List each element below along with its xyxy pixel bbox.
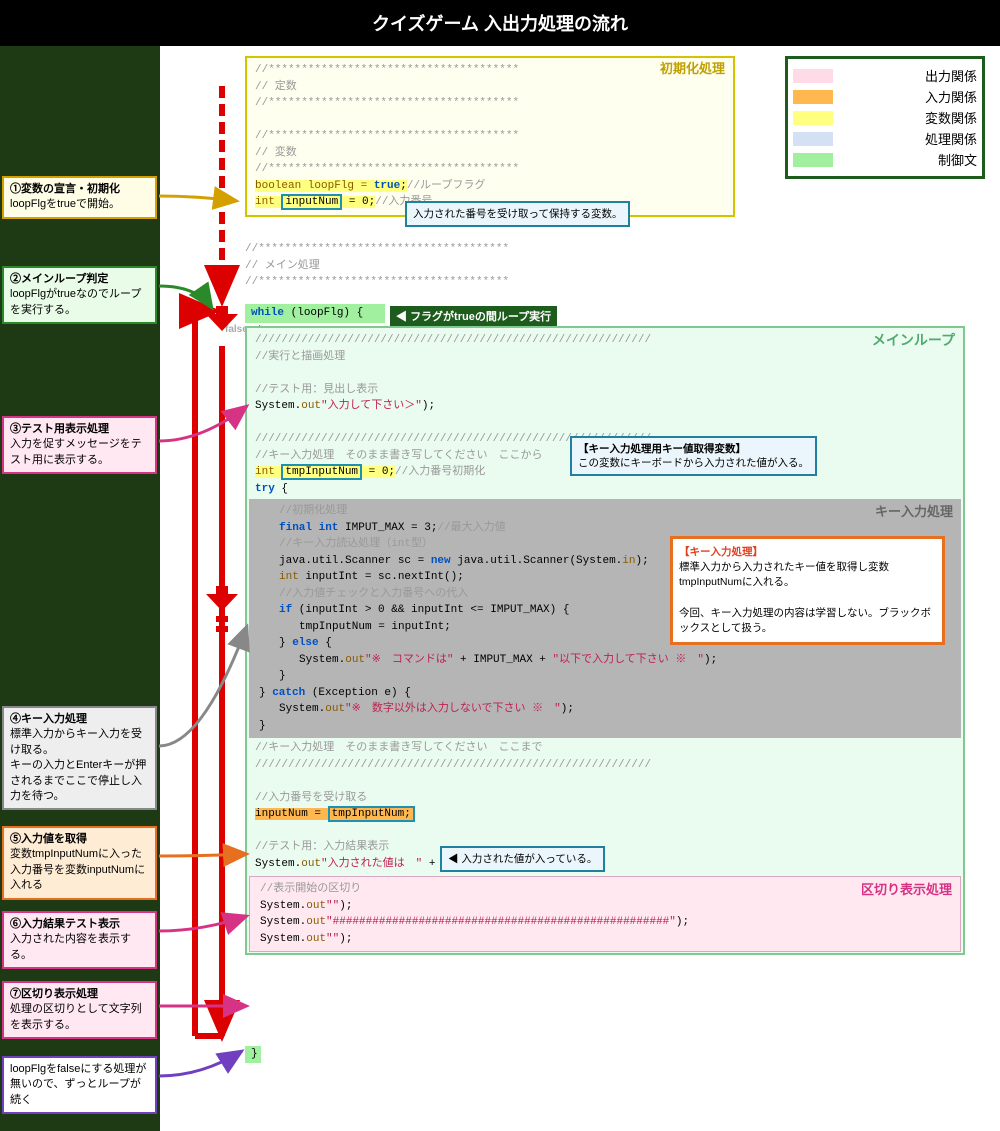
while-line: while (loopFlg) { [245,304,385,323]
page-title: クイズゲーム 入出力処理の流れ [0,0,1000,46]
legend-label: 出力関係 [841,66,977,85]
swatch-control [793,153,833,167]
legend: 出力関係 入力関係 変数関係 処理関係 制御文 [785,56,985,179]
callout-tmpinput: 【キー入力処理用キー値取得変数】この変数にキーボードから入力された値が入る。 [570,436,817,476]
sep-label: 区切り表示処理 [861,881,952,901]
legend-label: 処理関係 [841,129,977,148]
callout-inputnum: 入力された番号を受け取って保持する変数。 [405,201,630,227]
step-2: ②メインループ判定loopFlgがtrueなのでループを実行する。 [2,266,157,324]
swatch-variable [793,111,833,125]
key-input-note: 【キー入力処理】 標準入力から入力されたキー値を取得し変数tmpInputNum… [670,536,945,645]
swatch-output [793,69,833,83]
step-4: ④キー入力処理標準入力からキー入力を受け取る。 キーの入力とEnterキーが押さ… [2,706,157,810]
step-5: ⑤入力値を取得変数tmpInputNumに入った入力番号を変数inputNumに… [2,826,157,900]
init-panel: 初期化処理 //********************************… [245,56,735,217]
callout-received: ◀ 入力された値が入っている。 [440,846,605,872]
key-label: キー入力処理 [875,503,953,523]
legend-label: 入力関係 [841,87,977,106]
swatch-process [793,132,833,146]
flag-tag: ◀ フラグがtrueの間ループ実行 [390,306,557,326]
diagram-area: 出力関係 入力関係 変数関係 処理関係 制御文 ①変数の宣言・初期化loopFl… [0,46,1000,1131]
step-7: ⑦区切り表示処理処理の区切りとして文字列を表示する。 [2,981,157,1039]
legend-label: 変数関係 [841,108,977,127]
step-arrows [157,46,252,1106]
step-3: ③テスト用表示処理入力を促すメッセージをテスト用に表示する。 [2,416,157,474]
step-1: ①変数の宣言・初期化loopFlgをtrueで開始。 [2,176,157,219]
swatch-input [793,90,833,104]
legend-label: 制御文 [841,150,977,169]
step-6: ⑥入力結果テスト表示入力された内容を表示する。 [2,911,157,969]
step-8: loopFlgをfalseにする処理が無いので、ずっとループが続く [2,1056,157,1114]
separator-panel: 区切り表示処理 //表示開始の区切り System.out""); System… [249,876,961,952]
main-loop-label: メインループ [872,332,955,353]
init-label: 初期化処理 [660,60,725,80]
main-header-code: //**************************************… [245,241,735,291]
